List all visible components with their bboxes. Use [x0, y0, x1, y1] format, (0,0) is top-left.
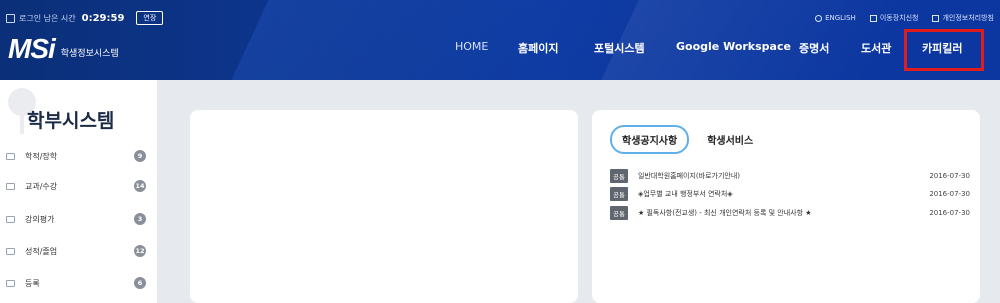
extend-session-button[interactable]: 연장	[136, 11, 164, 25]
util-link-english[interactable]: ENGLISH	[815, 13, 856, 23]
logo[interactable]: MSi 학생정보시스템	[8, 33, 119, 64]
count-badge: 12	[134, 245, 146, 257]
session-timer: 로그인 남은 시간 0:29:59 연장	[6, 11, 164, 25]
sidebar: 학부시스템 학적/장학 9 교과/수강 14 강의평가 3 성적/졸업 12 등…	[0, 80, 157, 303]
tab-student-services[interactable]: 학생서비스	[697, 127, 763, 152]
notice-item[interactable]: 공통 ◈업무별 교내 행정부서 연락처◈ 2016-07-30	[610, 187, 970, 201]
notice-tabs: 학생공지사항 학생서비스	[610, 125, 763, 154]
util-link-device[interactable]: 이동장치신청	[869, 13, 919, 23]
sidebar-item-registration[interactable]: 등록 6	[6, 275, 146, 291]
count-badge: 14	[134, 180, 146, 192]
sidebar-item-grades[interactable]: 성적/졸업 12	[6, 243, 146, 259]
count-badge: 9	[134, 150, 146, 162]
document-icon	[932, 14, 940, 22]
notice-title: ★ 필독사항(전교생) - 최신 개인연락처 등록 및 안내사항 ★	[637, 209, 812, 217]
empty-panel	[190, 110, 578, 303]
util-link-label: 개인정보처리방침	[942, 14, 994, 22]
notice-title: ◈업무별 교내 행정부서 연락처◈	[637, 190, 733, 198]
folder-icon	[6, 152, 15, 160]
monitor-icon	[6, 13, 15, 23]
session-label: 로그인 남은 시간	[19, 13, 76, 23]
device-icon	[869, 14, 877, 22]
sidebar-item-label: 강의평가	[25, 214, 55, 224]
sidebar-item-evaluation[interactable]: 강의평가 3	[6, 211, 146, 227]
utility-links: ENGLISH 이동장치신청 개인정보처리방침	[815, 13, 994, 23]
logo-subtitle: 학생정보시스템	[60, 49, 119, 59]
header: 로그인 남은 시간 0:29:59 연장 ENGLISH 이동장치신청 개인정보…	[0, 0, 1000, 80]
notice-item[interactable]: 공통 ★ 필독사항(전교생) - 최신 개인연락처 등록 및 안내사항 ★ 20…	[610, 206, 970, 220]
sidebar-item-label: 등록	[25, 278, 40, 288]
folder-icon	[6, 215, 15, 223]
tab-student-notices[interactable]: 학생공지사항	[610, 125, 690, 154]
count-badge: 3	[134, 213, 146, 225]
notice-date: 2016-07-30	[929, 190, 970, 198]
util-link-privacy[interactable]: 개인정보처리방침	[932, 13, 994, 23]
util-link-label: ENGLISH	[825, 14, 856, 22]
sidebar-item-courses[interactable]: 교과/수강 14	[6, 178, 146, 194]
notice-title: 일반대학원홈페이지(바로가기안내)	[637, 172, 741, 180]
sidebar-item-academic-record[interactable]: 학적/장학 9	[6, 148, 146, 164]
util-link-label: 이동장치신청	[879, 14, 919, 22]
globe-icon	[815, 14, 823, 22]
folder-icon	[6, 279, 15, 287]
notice-tag: 공통	[610, 169, 628, 183]
nav-library[interactable]: 도서관	[861, 40, 891, 56]
folder-icon	[6, 182, 15, 190]
nav-google-workspace[interactable]: Google Workspace	[676, 40, 791, 53]
notice-date: 2016-07-30	[929, 209, 970, 217]
notice-tag: 공통	[610, 187, 628, 201]
notice-tag: 공통	[610, 206, 628, 220]
sidebar-item-label: 교과/수강	[25, 181, 58, 191]
logo-mark: MSi	[8, 33, 56, 64]
notice-date: 2016-07-30	[929, 172, 970, 180]
sidebar-item-label: 학적/장학	[25, 151, 58, 161]
highlight-box	[904, 29, 984, 71]
session-time: 0:29:59	[81, 12, 125, 24]
sidebar-title: 학부시스템	[27, 110, 115, 132]
top-utility-bar: 로그인 남은 시간 0:29:59 연장 ENGLISH 이동장치신청 개인정보…	[0, 0, 1000, 25]
nav-certificate[interactable]: 증명서	[799, 40, 829, 56]
notice-panel: 학생공지사항 학생서비스 공통 일반대학원홈페이지(바로가기안내) 2016-0…	[592, 110, 980, 303]
count-badge: 6	[134, 277, 146, 289]
nav-homepage[interactable]: 홈페이지	[518, 40, 558, 56]
sidebar-item-label: 성적/졸업	[25, 246, 58, 256]
nav-home[interactable]: HOME	[455, 40, 488, 53]
nav-portal[interactable]: 포털시스템	[594, 40, 645, 56]
folder-icon	[6, 247, 15, 255]
notice-item[interactable]: 공통 일반대학원홈페이지(바로가기안내) 2016-07-30	[610, 169, 970, 183]
